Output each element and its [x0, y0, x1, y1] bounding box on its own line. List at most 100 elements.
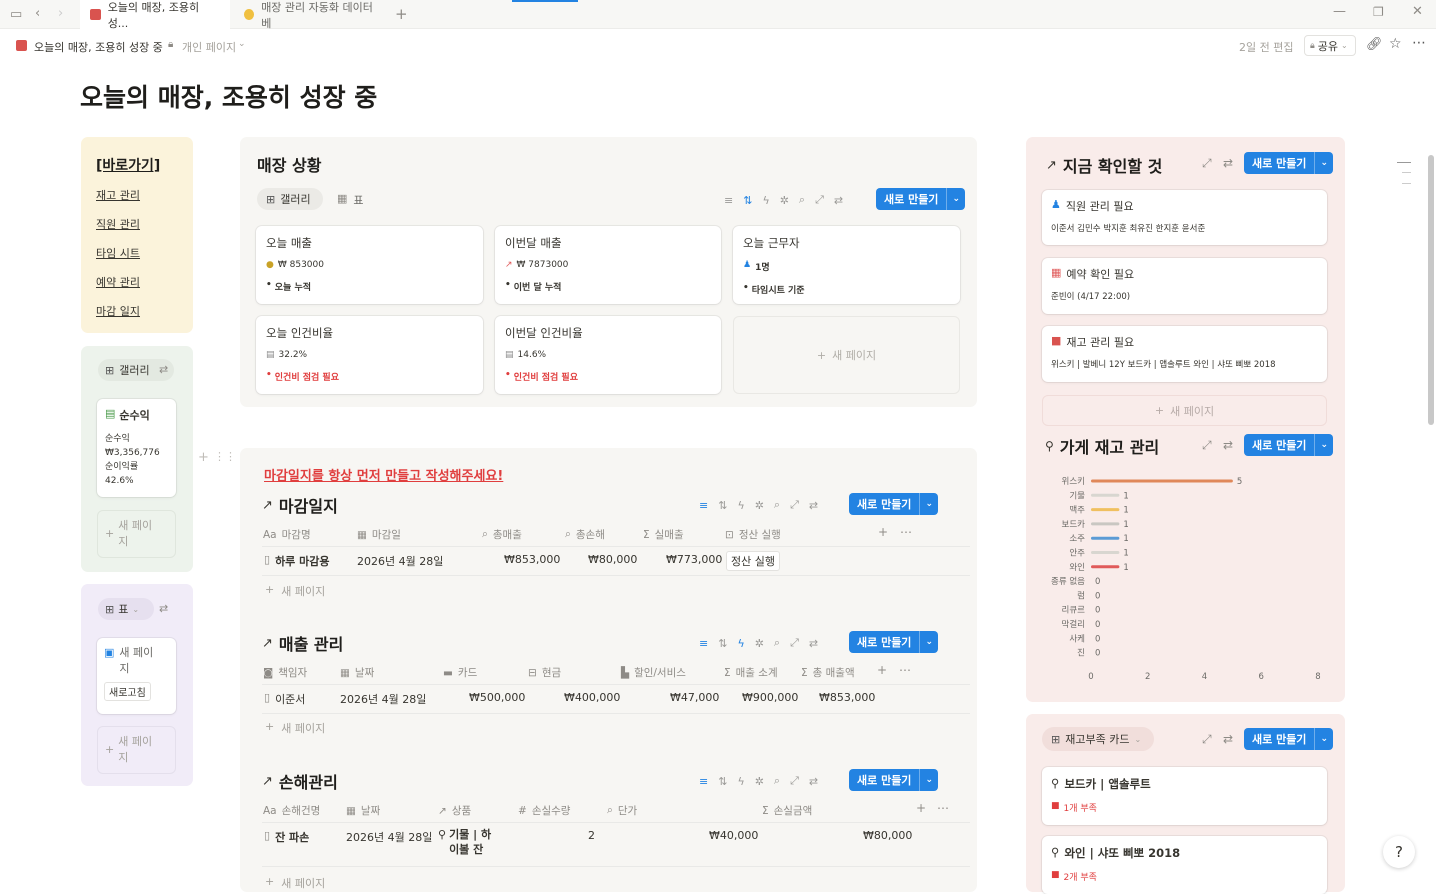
column-header[interactable]: ▦ 날짜: [340, 665, 374, 680]
new-page-card[interactable]: + 새 페이지: [733, 316, 960, 394]
column-header[interactable]: Aa 손해건명: [263, 803, 320, 818]
new-row-button[interactable]: + 새 페이지: [265, 875, 325, 891]
sales-title[interactable]: ↗ 매출 관리: [262, 631, 343, 655]
check-card[interactable]: ▦ 예약 확인 필요 준빈이 (4/17 22:00): [1042, 258, 1327, 314]
column-header[interactable]: ⊟ 현금: [528, 665, 561, 680]
forward-icon[interactable]: ›: [58, 6, 63, 21]
settings-sliders-icon[interactable]: ⇄: [809, 499, 818, 512]
add-column-icon[interactable]: +: [877, 663, 887, 677]
link-reservation[interactable]: 예약 관리: [96, 274, 178, 290]
column-header[interactable]: Σ 실매출: [643, 527, 684, 542]
column-header[interactable]: Σ 매출 소계: [724, 665, 778, 680]
column-header[interactable]: ▙ 할인/서비스: [621, 665, 686, 680]
new-page-card[interactable]: + 새 페이 지: [97, 726, 176, 774]
automation-icon[interactable]: ϟ: [737, 637, 744, 650]
add-block-icon[interactable]: +: [198, 450, 209, 465]
chevron-down-icon[interactable]: ⌄: [919, 769, 938, 791]
add-column-icon[interactable]: +: [878, 525, 888, 539]
sort-icon[interactable]: ⇅: [718, 637, 727, 650]
minimize-icon[interactable]: —: [1333, 4, 1346, 19]
check-card[interactable]: ■ 재고 관리 필요 위스키 | 발베니 12Y 보드카 | 앱솔루트 와인 | …: [1042, 326, 1327, 382]
chevron-down-icon[interactable]: ⌄: [1314, 152, 1333, 174]
view-selector-table[interactable]: ⊞ 표 ⌄: [98, 598, 154, 620]
settings-sliders-icon[interactable]: ⇄: [159, 602, 168, 615]
view-tab-table[interactable]: ▦ 표: [337, 192, 364, 208]
inventory-title[interactable]: ⚲ 가게 재고 관리: [1045, 434, 1159, 458]
outline-marker[interactable]: [1397, 162, 1411, 163]
sparkle-icon[interactable]: ✲: [755, 775, 764, 788]
tab-current[interactable]: 오늘의 매장, 조용히 성...: [80, 0, 230, 30]
loss-title[interactable]: ↗ 손해관리: [262, 769, 338, 793]
status-card[interactable]: 오늘 인건비율 ▤ 32.2% • 인건비 점검 필요: [256, 316, 483, 394]
chevron-down-icon[interactable]: ⌄: [1314, 728, 1333, 750]
table-row[interactable]: ▯ 이준서 2026년 4월 28일 ₩500,000 ₩400,000 ₩47,…: [262, 685, 970, 713]
more-icon[interactable]: ⋯: [900, 525, 912, 539]
settings-sliders-icon[interactable]: ⇄: [1223, 438, 1233, 452]
sparkle-icon[interactable]: ✲: [755, 499, 764, 512]
column-header[interactable]: ▦ 마감일: [357, 527, 401, 542]
refresh-button[interactable]: 새로고침: [104, 682, 151, 701]
view-tab-gallery[interactable]: ⊞ 갤러리: [257, 188, 323, 210]
more-icon[interactable]: ⋯: [1412, 35, 1426, 51]
add-column-icon[interactable]: +: [916, 801, 926, 815]
chevron-down-icon[interactable]: ⌄: [919, 631, 938, 653]
column-header[interactable]: ⌕ 총손해: [565, 527, 605, 542]
column-header[interactable]: ↗ 상품: [438, 803, 471, 818]
filter-icon[interactable]: ≡: [699, 637, 708, 650]
back-icon[interactable]: ‹: [35, 6, 40, 21]
expand-icon[interactable]: ⤢: [790, 636, 799, 650]
search-icon[interactable]: ⌕: [774, 774, 780, 788]
scrollbar-thumb[interactable]: [1428, 155, 1434, 425]
sidebar-toggle-icon[interactable]: ▭: [10, 7, 22, 22]
automation-icon[interactable]: ϟ: [737, 775, 744, 788]
table-row[interactable]: ▯ 잔 파손 2026년 4월 28일 ⚲ 기물 | 하 이볼 잔 2 ₩40,00…: [262, 823, 970, 865]
new-button[interactable]: 새로 만들기 ⌄: [876, 188, 965, 210]
link-closing[interactable]: 마감 일지: [96, 303, 178, 319]
sort-icon[interactable]: ⇅: [743, 194, 752, 207]
column-header[interactable]: ⌕ 단가: [607, 803, 637, 818]
column-header[interactable]: ▬ 카드: [443, 665, 477, 680]
settings-sliders-icon[interactable]: ⇄: [159, 363, 168, 376]
search-icon[interactable]: ⌕: [774, 636, 780, 650]
link-staff[interactable]: 직원 관리: [96, 216, 178, 232]
new-row-button[interactable]: + 새 페이지: [265, 720, 325, 736]
new-button[interactable]: 새로 만들기 ⌄: [849, 631, 938, 653]
help-icon[interactable]: ?: [1383, 836, 1415, 868]
new-page-card[interactable]: + 새 페이지: [1042, 395, 1327, 426]
expand-icon[interactable]: ⤢: [815, 193, 824, 207]
more-icon[interactable]: ⋯: [899, 663, 911, 677]
column-header[interactable]: Aa 마감명: [263, 527, 311, 542]
privacy-label[interactable]: 개인 페이지: [182, 39, 236, 55]
link-inventory[interactable]: 재고 관리: [96, 187, 178, 203]
chevron-down-icon[interactable]: ⌄: [238, 39, 246, 49]
new-tab-icon[interactable]: +: [395, 5, 408, 23]
automation-icon[interactable]: ϟ: [762, 194, 769, 207]
column-header[interactable]: ⌕ 총매출: [482, 527, 522, 542]
restore-icon[interactable]: ❐: [1373, 5, 1384, 19]
settings-sliders-icon[interactable]: ⇄: [1223, 156, 1233, 170]
star-icon[interactable]: ☆: [1389, 36, 1402, 52]
expand-icon[interactable]: ⤢: [1202, 732, 1212, 747]
settings-sliders-icon[interactable]: ⇄: [809, 775, 818, 788]
settings-sliders-icon[interactable]: ⇄: [809, 637, 818, 650]
sort-icon[interactable]: ⇅: [718, 775, 727, 788]
status-card[interactable]: 오늘 근무자 ♟ 1명 • 타임시트 기준: [733, 226, 960, 304]
expand-icon[interactable]: ⤢: [1202, 156, 1212, 171]
column-header[interactable]: # 손실수량: [518, 803, 570, 818]
status-card[interactable]: 오늘 매출 ● ₩ 853000 • 오늘 누적: [256, 226, 483, 304]
new-button[interactable]: 새로 만들기 ⌄: [1244, 728, 1333, 750]
new-button[interactable]: 새로 만들기 ⌄: [1244, 152, 1333, 174]
status-card[interactable]: 이번달 인건비율 ▤ 14.6% • 인건비 점검 필요: [495, 316, 721, 394]
expand-icon[interactable]: ⤢: [790, 774, 799, 788]
filter-icon[interactable]: ≡: [699, 775, 708, 788]
settle-button[interactable]: 정산 실행: [726, 551, 780, 571]
sort-icon[interactable]: ⇅: [718, 499, 727, 512]
sparkle-icon[interactable]: ✲: [780, 194, 789, 207]
sparkle-icon[interactable]: ✲: [755, 637, 764, 650]
view-selector-shortage[interactable]: ⊞ 재고부족 카드 ⌄: [1042, 727, 1154, 751]
expand-icon[interactable]: ⤢: [790, 498, 799, 512]
new-page-card[interactable]: + 새 페이 지: [97, 510, 176, 558]
new-button[interactable]: 새로 만들기 ⌄: [849, 493, 938, 515]
chevron-down-icon[interactable]: ⌄: [919, 493, 938, 515]
column-header[interactable]: Σ 총 매출액: [801, 665, 855, 680]
